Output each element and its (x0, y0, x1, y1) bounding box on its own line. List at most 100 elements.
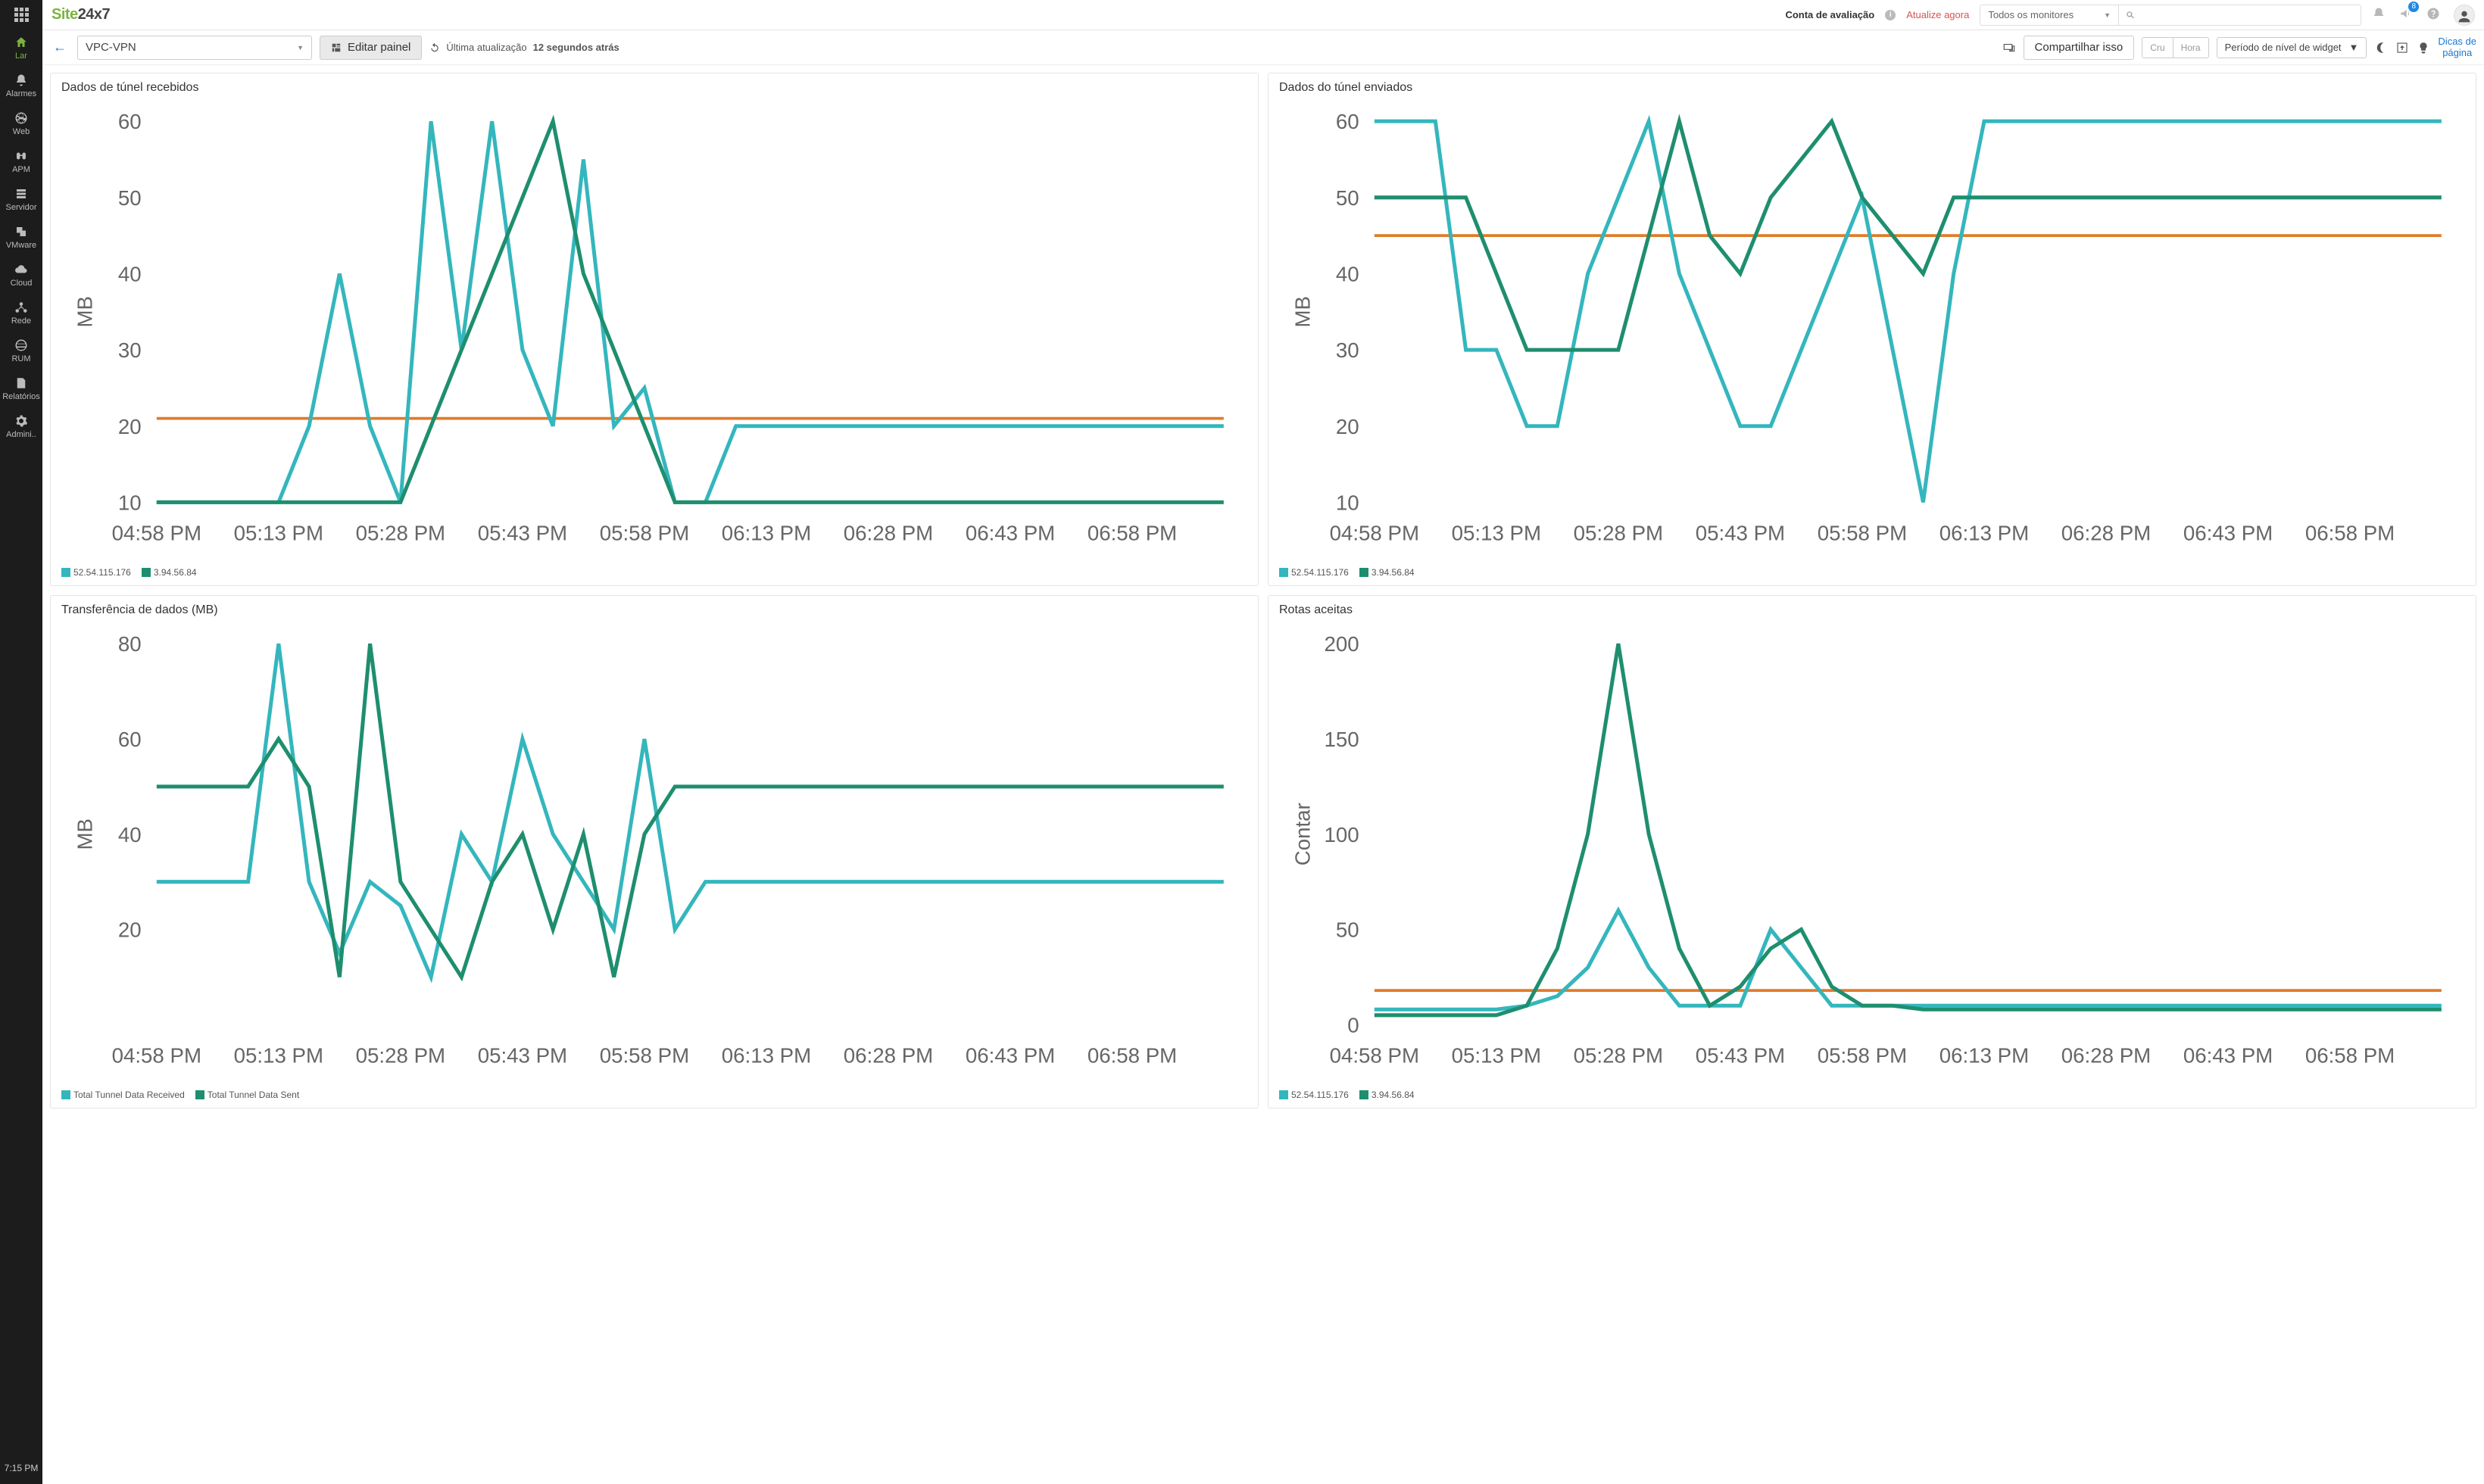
sidebar-item-servidor[interactable]: Servidor (0, 180, 42, 218)
svg-text:06:28 PM: 06:28 PM (2061, 1044, 2151, 1068)
svg-text:05:58 PM: 05:58 PM (600, 522, 689, 545)
chart-card-tunnel_sent: Dados do túnel enviados102030405060MB04:… (1268, 73, 2476, 586)
chevron-down-icon: ▼ (2104, 11, 2111, 19)
topbar: Site24x7 Conta de avaliação i Atualize a… (42, 0, 2484, 30)
charts-grid: Dados de túnel recebidos102030405060MB04… (50, 73, 2476, 1108)
info-icon[interactable]: i (1885, 10, 1896, 20)
sidebar-item-cloud[interactable]: Cloud (0, 256, 42, 294)
upgrade-link[interactable]: Atualize agora (1906, 9, 1969, 20)
edit-dashboard-button[interactable]: Editar painel (320, 36, 422, 60)
share-button[interactable]: Compartilhar isso (2024, 36, 2135, 60)
legend-item[interactable]: 3.94.56.84 (1359, 567, 1415, 578)
sidebar-item-label: VMware (6, 241, 36, 250)
sidebar-item-relatorios[interactable]: Relatórios (0, 369, 42, 407)
svg-text:05:28 PM: 05:28 PM (1574, 522, 1663, 545)
sidebar-item-web[interactable]: Web (0, 104, 42, 142)
svg-text:05:13 PM: 05:13 PM (1452, 1044, 1541, 1068)
refresh-icon[interactable] (429, 42, 440, 53)
gear-icon (14, 414, 28, 428)
svg-text:150: 150 (1325, 728, 1359, 751)
svg-text:06:58 PM: 06:58 PM (2305, 1044, 2395, 1068)
sidebar-item-label: Admini.. (6, 430, 36, 439)
chart-card-tunnel_recv: Dados de túnel recebidos102030405060MB04… (50, 73, 1259, 586)
svg-text:05:43 PM: 05:43 PM (1696, 522, 1785, 545)
sidebar-item-admin[interactable]: Admini.. (0, 407, 42, 445)
svg-text:04:58 PM: 04:58 PM (1330, 1044, 1419, 1068)
legend-label: Total Tunnel Data Received (73, 1090, 185, 1100)
monitor-filter-select[interactable]: Todos os monitores ▼ (1980, 5, 2119, 26)
svg-text:05:13 PM: 05:13 PM (1452, 522, 1541, 545)
sidebar-item-label: Alarmes (6, 89, 36, 98)
legend-item[interactable]: Total Tunnel Data Sent (195, 1090, 299, 1100)
svg-text:06:13 PM: 06:13 PM (1939, 522, 2029, 545)
device-icon[interactable] (2002, 41, 2016, 55)
sidebar-item-label: Web (13, 127, 30, 136)
binoculars-icon (14, 149, 28, 163)
eval-label: Conta de avaliação (1785, 9, 1874, 20)
monitor-filter-label: Todos os monitores (1988, 9, 2074, 20)
sidebar-item-lar[interactable]: Lar (0, 29, 42, 67)
legend-item[interactable]: 3.94.56.84 (142, 567, 197, 578)
svg-text:Contar: Contar (1290, 803, 1314, 865)
announcements-icon[interactable]: 8 (2399, 7, 2413, 23)
dashboard-select[interactable]: VPC-VPN ▼ (77, 36, 312, 60)
svg-text:06:58 PM: 06:58 PM (1088, 522, 1177, 545)
page-tips-link[interactable]: Dicas de página (2438, 36, 2476, 59)
vmware-icon (14, 225, 28, 238)
legend-swatch (61, 568, 70, 577)
svg-text:0: 0 (1347, 1013, 1359, 1037)
svg-text:20: 20 (118, 918, 142, 941)
chart-card-data_xfer: Transferência de dados (MB)20406080MB04:… (50, 595, 1259, 1108)
sidebar-item-rede[interactable]: Rede (0, 294, 42, 332)
back-button[interactable]: ← (50, 39, 70, 55)
legend-item[interactable]: 52.54.115.176 (1279, 1090, 1349, 1100)
home-icon-btn[interactable] (2395, 41, 2409, 55)
dark-mode-icon[interactable] (2374, 41, 2388, 55)
chart-title: Transferência de dados (MB) (51, 596, 1258, 622)
chart-title: Dados de túnel recebidos (51, 73, 1258, 99)
chart-routes: 050100150200Contar04:58 PM05:13 PM05:28 … (1279, 625, 2461, 1082)
sidebar-item-vmware[interactable]: VMware (0, 218, 42, 256)
legend-item[interactable]: 52.54.115.176 (61, 567, 131, 578)
sidebar-item-label: Cloud (11, 279, 33, 288)
svg-text:30: 30 (1336, 338, 1359, 362)
globe-icon (14, 111, 28, 125)
svg-text:06:28 PM: 06:28 PM (844, 1044, 933, 1068)
left-nav-rail: Lar Alarmes Web APM Servidor VMware (0, 0, 42, 1484)
server-icon (14, 187, 28, 201)
svg-text:06:13 PM: 06:13 PM (722, 522, 811, 545)
data-mode-toggle: Cru Hora (2142, 37, 2208, 58)
sidebar-item-apm[interactable]: APM (0, 142, 42, 180)
dashboard-toolbar: ← VPC-VPN ▼ Editar painel Última atualiz… (42, 30, 2484, 65)
sidebar-item-rum[interactable]: RUM (0, 332, 42, 369)
svg-text:50: 50 (1336, 186, 1359, 210)
svg-text:06:43 PM: 06:43 PM (966, 522, 1055, 545)
search-input[interactable] (2119, 5, 2361, 26)
svg-text:06:58 PM: 06:58 PM (2305, 522, 2395, 545)
svg-text:40: 40 (118, 263, 142, 286)
brand-logo[interactable]: Site24x7 (51, 6, 110, 23)
svg-text:MB: MB (1290, 296, 1314, 327)
network-icon (14, 301, 28, 314)
legend-item[interactable]: 3.94.56.84 (1359, 1090, 1415, 1100)
sidebar-item-alarmes[interactable]: Alarmes (0, 67, 42, 104)
seg-hour[interactable]: Hora (2174, 38, 2208, 58)
svg-text:06:43 PM: 06:43 PM (2183, 522, 2273, 545)
seg-raw[interactable]: Cru (2142, 38, 2173, 58)
globe-net-icon (14, 338, 28, 352)
chevron-down-icon: ▼ (2349, 42, 2359, 53)
apps-grid-icon[interactable] (0, 0, 42, 29)
svg-text:200: 200 (1325, 632, 1359, 656)
svg-text:06:28 PM: 06:28 PM (844, 522, 933, 545)
help-icon[interactable] (2426, 7, 2440, 23)
svg-text:05:43 PM: 05:43 PM (478, 522, 567, 545)
svg-text:05:43 PM: 05:43 PM (478, 1044, 567, 1068)
chart-legend: 52.54.115.176 3.94.56.84 (1269, 564, 2476, 585)
user-avatar[interactable] (2454, 5, 2475, 26)
legend-swatch (61, 1090, 70, 1099)
lightbulb-icon[interactable] (2417, 41, 2430, 55)
period-select[interactable]: Período de nível de widget ▼ (2217, 37, 2367, 58)
legend-item[interactable]: 52.54.115.176 (1279, 567, 1349, 578)
alerts-icon[interactable] (2372, 7, 2386, 23)
legend-item[interactable]: Total Tunnel Data Received (61, 1090, 185, 1100)
